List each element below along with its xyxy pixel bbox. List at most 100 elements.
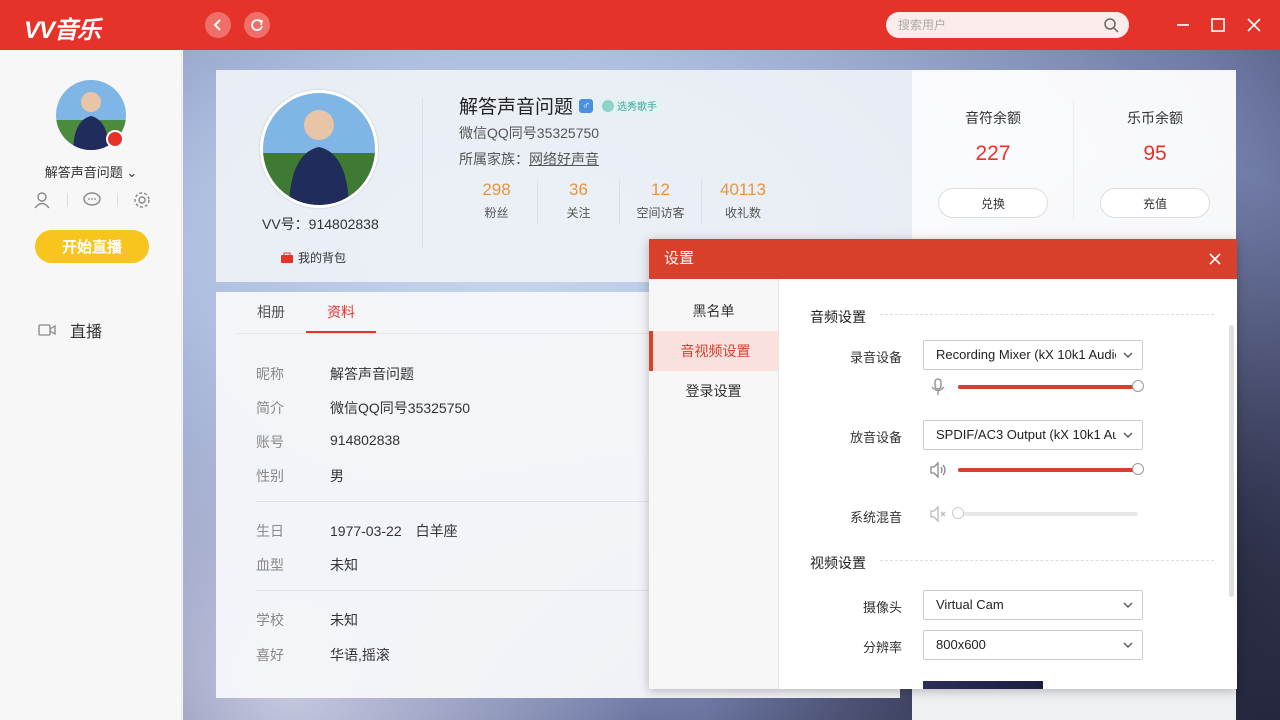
search-input[interactable]: [886, 12, 1086, 38]
recharge-button[interactable]: 充值: [1100, 188, 1210, 218]
profile-avatar[interactable]: [260, 90, 378, 208]
dialog-title: 设置: [664, 250, 695, 267]
info-row-intro: 简介 微信QQ同号35325750: [256, 400, 471, 416]
play-device-label: 放音设备: [849, 430, 902, 445]
resolution-value: 800x600: [936, 637, 986, 652]
chevron-down-icon: ⌄: [126, 165, 138, 180]
divider: [66, 193, 68, 207]
backpack-label: 我的背包: [298, 251, 347, 265]
app-logo: VV音乐: [24, 17, 101, 44]
info-row-account: 账号 914802838: [256, 432, 401, 450]
stat-following[interactable]: 36 关注: [538, 180, 620, 224]
family-link[interactable]: 网络好声音: [529, 151, 599, 167]
male-icon: ♂: [579, 98, 594, 113]
settings-nav: 黑名单 音视频设置 登录设置: [649, 279, 779, 689]
coins-title: 乐币余额: [1127, 110, 1183, 126]
message-icon[interactable]: [82, 190, 102, 210]
refresh-button[interactable]: [244, 12, 270, 38]
record-device-label: 录音设备: [849, 350, 902, 365]
coins-balance: 乐币余额 95 充值: [1074, 70, 1236, 240]
title-bar: VV音乐: [0, 0, 1280, 50]
info-row-hobby: 喜好 华语,摇滚: [256, 647, 390, 663]
divider: [256, 590, 676, 591]
slider-fill: [958, 385, 1138, 389]
slider-fill: [958, 468, 1138, 472]
sidebar: 解答声音问题 ⌄ 开始直播 直播: [0, 50, 182, 720]
family-label: 所属家族：: [459, 151, 529, 167]
speaker-icon: [930, 461, 946, 479]
record-volume-slider[interactable]: [958, 380, 1144, 392]
info-row-gender: 性别男: [256, 468, 344, 484]
stat-fans[interactable]: 298 粉丝: [456, 180, 538, 224]
chevron-down-icon: [1123, 432, 1133, 438]
close-icon[interactable]: [1207, 251, 1223, 267]
close-icon[interactable]: [1243, 14, 1265, 36]
notes-title: 音符余额: [965, 110, 1021, 126]
start-live-button[interactable]: 开始直播: [35, 230, 149, 263]
chevron-down-icon: [1123, 352, 1133, 358]
resolution-select[interactable]: 800x600: [923, 630, 1143, 660]
slider-thumb[interactable]: [1132, 380, 1144, 392]
minimize-icon[interactable]: [1172, 14, 1194, 36]
tab-album[interactable]: 相册: [236, 292, 306, 333]
bottom-strip: [912, 686, 1236, 720]
coins-value: 95: [1143, 142, 1167, 165]
stat-visitors[interactable]: 12 空间访客: [620, 180, 702, 224]
chevron-down-icon: [1123, 642, 1133, 648]
speaker-mute-icon: [930, 505, 946, 523]
profile-name: 解答声音问题: [459, 97, 574, 118]
badge-icon: [602, 99, 615, 112]
settings-nav-av[interactable]: 音视频设置: [649, 331, 778, 371]
divider: [116, 193, 118, 207]
slider-thumb[interactable]: [1132, 463, 1144, 475]
settings-nav-blacklist[interactable]: 黑名单: [649, 291, 778, 331]
info-row-blood: 血型 未知: [256, 557, 358, 573]
settings-nav-login[interactable]: 登录设置: [649, 371, 778, 411]
slider-thumb[interactable]: [952, 507, 964, 519]
stat-gifts[interactable]: 40113 收礼数: [702, 180, 784, 224]
vv-number: VV号：914802838: [262, 216, 379, 232]
play-device-value: SPDIF/AC3 Output (kX 10k1 Audio): [936, 427, 1116, 442]
backpack-link[interactable]: 我的背包: [280, 249, 346, 266]
play-device-select[interactable]: SPDIF/AC3 Output (kX 10k1 Audio): [923, 420, 1143, 450]
divider: [880, 560, 1214, 561]
microphone-icon: [931, 378, 945, 395]
info-row-nickname: 昵称 解答声音问题: [256, 366, 414, 382]
tab-profile[interactable]: 资料: [306, 292, 376, 333]
profile-name-row: 解答声音问题 ♂ 选秀歌手: [459, 92, 663, 119]
chevron-left-icon: [213, 19, 221, 31]
record-device-value: Recording Mixer (kX 10k1 Audio): [936, 347, 1116, 362]
exchange-button[interactable]: 兑换: [938, 188, 1048, 218]
refresh-icon: [251, 19, 263, 31]
play-volume-slider[interactable]: [958, 463, 1144, 475]
gear-icon[interactable]: [132, 190, 152, 210]
sidebar-username[interactable]: 解答声音问题 ⌄: [0, 162, 182, 181]
camera-select[interactable]: Virtual Cam: [923, 590, 1143, 620]
profile-family: 所属家族：网络好声音: [459, 149, 599, 169]
system-mix-slider[interactable]: [952, 507, 1138, 519]
resolution-label: 分辨率: [862, 640, 902, 655]
sidebar-item-live[interactable]: 直播: [38, 318, 102, 342]
search-box: [886, 12, 1129, 38]
maximize-icon[interactable]: [1207, 14, 1229, 36]
settings-scrollbar[interactable]: [1229, 325, 1234, 597]
user-icon[interactable]: [32, 190, 52, 210]
info-row-school: 学校 未知: [256, 612, 358, 628]
video-camera-icon: [38, 324, 56, 336]
settings-body: 音频设置 录音设备 Recording Mixer (kX 10k1 Audio…: [780, 279, 1237, 689]
info-row-birthday: 生日 1977-03-22 白羊座: [256, 523, 458, 539]
sidebar-item-label: 直播: [70, 324, 103, 341]
profile-stats: 298 粉丝 36 关注 12 空间访客 40113 收礼数: [456, 180, 784, 224]
avatar-image: [263, 93, 375, 205]
record-device-select[interactable]: Recording Mixer (kX 10k1 Audio): [923, 340, 1143, 370]
camera-value: Virtual Cam: [936, 597, 1004, 612]
vip-badge-icon: [106, 130, 124, 148]
balance-panel: 音符余额 227 兑换 乐币余额 95 充值: [912, 70, 1236, 240]
bag-icon: [281, 252, 293, 263]
divider: [422, 98, 423, 248]
back-button[interactable]: [205, 12, 231, 38]
audio-section-title: 音频设置: [810, 309, 866, 325]
search-icon[interactable]: [1103, 17, 1119, 33]
sidebar-toolbar: [32, 190, 152, 210]
camera-label: 摄像头: [862, 600, 902, 615]
